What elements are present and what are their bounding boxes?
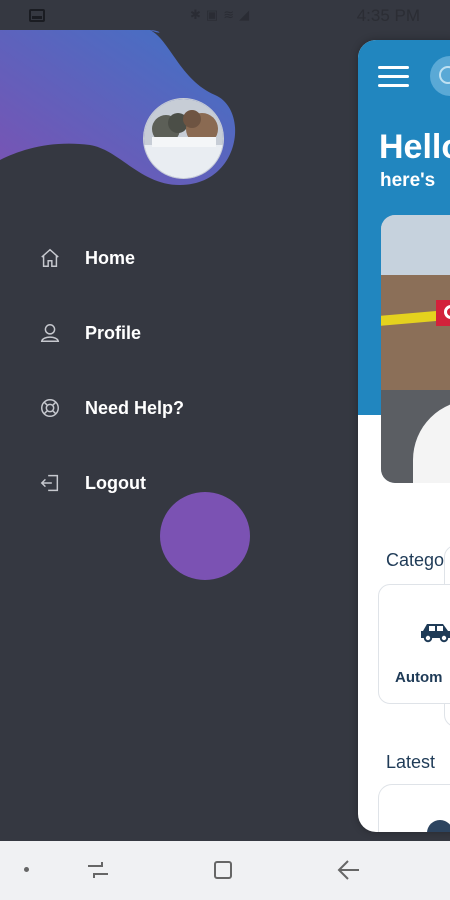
latest-avatar bbox=[427, 820, 450, 832]
category-card-automotive[interactable]: Autom bbox=[378, 584, 450, 704]
logo-sign bbox=[436, 300, 450, 326]
back-icon[interactable] bbox=[337, 859, 361, 886]
avatar-photo bbox=[144, 99, 223, 178]
nav-hide-dot[interactable] bbox=[24, 867, 29, 872]
menu-label-help: Need Help? bbox=[85, 398, 185, 418]
menu-item-logout[interactable]: Logout bbox=[37, 470, 317, 545]
menu-label-home: Home bbox=[85, 248, 136, 268]
recent-apps-icon[interactable] bbox=[87, 861, 109, 884]
menu-item-profile[interactable]: Profile bbox=[37, 320, 317, 395]
car-icon bbox=[419, 619, 450, 648]
category-label: Autom bbox=[395, 669, 443, 686]
menu-item-home[interactable]: Home bbox=[37, 245, 317, 320]
status-icons: ✱▣≋◢ bbox=[190, 7, 254, 23]
status-bar: ✱▣≋◢ 4:35 PM bbox=[0, 0, 450, 32]
status-time: 4:35 PM bbox=[356, 6, 420, 25]
promo-banner[interactable] bbox=[381, 215, 450, 483]
menu-label-logout: Logout bbox=[85, 473, 146, 493]
signal-icon: ◢ bbox=[239, 7, 255, 22]
home-button[interactable] bbox=[214, 861, 232, 879]
nfc-icon: ▣ bbox=[205, 7, 224, 22]
wifi-icon: ≋ bbox=[223, 7, 240, 22]
user-icon bbox=[37, 320, 63, 346]
greeting-subtitle: here's bbox=[380, 170, 436, 191]
logout-icon bbox=[37, 470, 63, 496]
menu-item-help[interactable]: Need Help? bbox=[37, 395, 317, 470]
bluetooth-icon: ✱ bbox=[190, 7, 206, 22]
latest-title: Latest bbox=[386, 752, 436, 772]
menu-icon[interactable] bbox=[378, 66, 409, 93]
lifebuoy-icon bbox=[37, 395, 63, 421]
latest-card[interactable] bbox=[378, 784, 450, 832]
navigation-bar bbox=[0, 841, 450, 900]
categories-title: Catego bbox=[386, 550, 445, 570]
menu-label-profile: Profile bbox=[85, 323, 142, 343]
notification-icon bbox=[29, 9, 45, 22]
drawer-menu: Home Profile Need Help? Logout bbox=[37, 245, 317, 545]
greeting-title: Hello bbox=[379, 128, 450, 166]
avatar[interactable] bbox=[143, 98, 224, 179]
main-screen-preview[interactable]: Hello here's Catego Autom Latest bbox=[358, 40, 450, 832]
home-icon bbox=[37, 245, 63, 271]
